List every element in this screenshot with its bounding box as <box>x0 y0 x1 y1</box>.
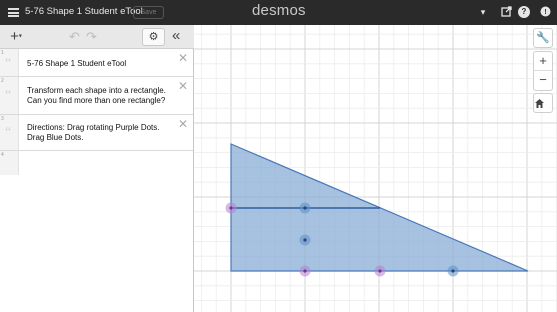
purple-drag-point-center <box>229 206 233 210</box>
plus-icon[interactable]: + <box>534 52 552 71</box>
note-text[interactable]: Directions: Drag rotating Purple Dots. D… <box>27 123 160 143</box>
note-line: Drag Blue Dots. <box>27 133 84 142</box>
plus-icon: + <box>10 28 19 45</box>
expression-index: 4 <box>1 152 4 158</box>
svg-text:!: ! <box>544 9 546 16</box>
expression-index: 1 <box>1 50 4 56</box>
caret-down-icon: ▾ <box>18 33 22 40</box>
wrench-icon[interactable]: 🔧 <box>533 28 553 48</box>
delete-icon[interactable]: ✕ <box>178 52 188 64</box>
minus-icon[interactable]: − <box>534 71 552 90</box>
hamburger-icon[interactable] <box>8 8 19 17</box>
graph-paper[interactable]: 🔧 + − <box>194 25 557 312</box>
expression-gutter: 3 “ <box>0 115 19 150</box>
delete-icon[interactable]: ✕ <box>178 118 188 130</box>
blue-drag-point-center <box>451 269 455 273</box>
expression-item-2[interactable]: 2 “ Transform each shape into a rectangl… <box>0 77 193 115</box>
panel-toolbar: +▾ ↶ ↷ ⚙ « <box>0 25 194 49</box>
help-icon[interactable]: ? <box>518 6 530 18</box>
note-quote-icon: “ <box>5 56 12 71</box>
expression-gutter: 2 “ <box>0 77 19 114</box>
blue-drag-point-center <box>303 238 307 242</box>
purple-drag-point-center <box>303 269 307 273</box>
note-text[interactable]: Transform each shape into a rectangle. C… <box>27 86 166 106</box>
desmos-logo: desmos <box>252 2 306 19</box>
blue-drag-point-center <box>303 206 307 210</box>
note-line: 5-76 Shape 1 Student eTool <box>27 59 127 68</box>
double-chevron-left-icon[interactable]: « <box>172 27 180 45</box>
note-line: Directions: Drag rotating Purple Dots. <box>27 123 160 132</box>
expression-gutter: 1 “ <box>0 49 19 76</box>
undo-icon[interactable]: ↶ <box>69 30 80 43</box>
home-icon[interactable] <box>533 93 553 113</box>
add-item-button[interactable]: +▾ <box>3 28 29 46</box>
expression-index: 2 <box>1 78 4 84</box>
zoom-controls: + − <box>533 51 553 91</box>
save-button[interactable]: Save <box>133 6 164 19</box>
note-line: Can you find more than one rectangle? <box>27 96 166 105</box>
expression-index: 3 <box>1 116 4 122</box>
expression-panel: +▾ ↶ ↷ ⚙ « 1 “ 5-76 Shape 1 Student eToo… <box>0 25 194 312</box>
purple-drag-point-center <box>378 269 382 273</box>
delete-icon[interactable]: ✕ <box>178 80 188 92</box>
expression-item-1[interactable]: 1 “ 5-76 Shape 1 Student eTool ✕ <box>0 49 193 77</box>
note-line: Transform each shape into a rectangle. <box>27 86 166 95</box>
expression-list: 1 “ 5-76 Shape 1 Student eTool ✕ 2 “ Tra… <box>0 49 193 175</box>
top-bar: 5-76 Shape 1 Student eTool Save desmos ▾… <box>0 0 557 25</box>
graph-title[interactable]: 5-76 Shape 1 Student eTool <box>25 6 143 17</box>
share-icon[interactable] <box>500 6 512 18</box>
graph-canvas[interactable] <box>194 25 557 312</box>
expression-item-4[interactable]: 4 <box>0 151 193 175</box>
expression-gutter: 4 <box>0 151 19 175</box>
signin-icon[interactable]: ! <box>539 6 551 18</box>
expression-item-3[interactable]: 3 “ Directions: Drag rotating Purple Dot… <box>0 115 193 151</box>
note-quote-icon: “ <box>5 125 12 140</box>
note-quote-icon: “ <box>5 88 12 103</box>
gear-icon[interactable]: ⚙ <box>142 28 165 46</box>
caret-down-icon[interactable]: ▾ <box>477 6 489 18</box>
note-text[interactable]: 5-76 Shape 1 Student eTool <box>27 59 126 69</box>
redo-icon[interactable]: ↷ <box>86 30 97 43</box>
